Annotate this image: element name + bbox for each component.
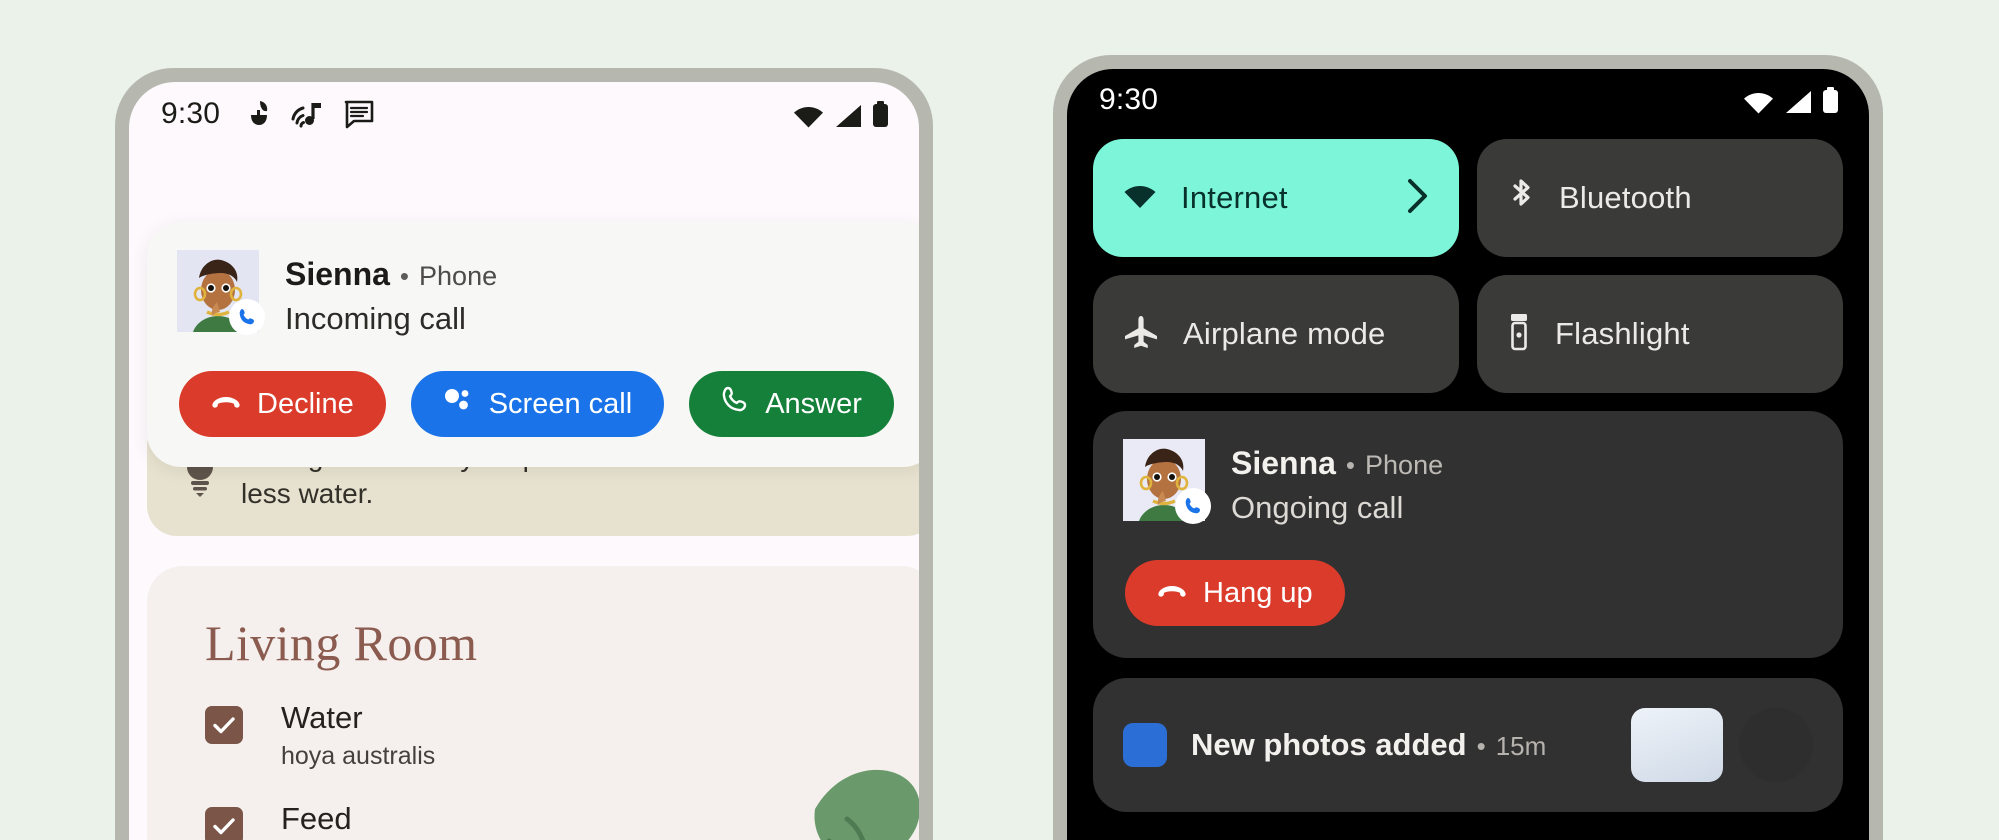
status-bar-right-icons (793, 100, 889, 128)
chevron-right-icon[interactable] (1407, 178, 1429, 219)
notification-header: Sienna • Phone Ongoing call (1123, 439, 1813, 526)
photos-title-row: New photos added • 15m (1191, 727, 1546, 763)
status-bar-left: 9:30 (129, 82, 919, 146)
room-title: Living Room (205, 615, 478, 671)
incoming-call-notification[interactable]: Sienna • Phone Incoming call Decline Scr… (147, 222, 919, 467)
screenshot-stage: 9:30 less water. Living Room Water hoya … (0, 0, 1999, 840)
status-bar-time: 9:30 (1099, 83, 1159, 116)
avatar-wrapper (1123, 439, 1211, 524)
decline-button[interactable]: Decline (179, 371, 386, 437)
tile-airplane-mode-label: Airplane mode (1183, 316, 1386, 351)
plant-illustration (697, 691, 919, 840)
avatar-wrapper (177, 250, 265, 335)
wifi-icon (1743, 90, 1774, 114)
notification-title-row: Sienna • Phone (285, 250, 497, 293)
photos-app-icon (1123, 723, 1167, 767)
photos-title: New photos added (1191, 727, 1467, 762)
tile-internet-label: Internet (1181, 180, 1288, 215)
airplane-icon (1123, 315, 1159, 354)
notification-channel: Phone (419, 261, 498, 291)
screen-call-button[interactable]: Screen call (410, 371, 665, 437)
tile-flashlight[interactable]: Flashlight (1477, 275, 1843, 393)
notification-text-block: Sienna • Phone Ongoing call (1231, 439, 1443, 526)
photos-separator: • (1476, 731, 1486, 761)
quick-settings-panel: Internet Bluetooth Airplane mode Flashli… (1067, 131, 1869, 393)
cast-audio-icon (291, 99, 325, 129)
screen-call-label: Screen call (488, 387, 633, 420)
answer-label: Answer (765, 387, 862, 420)
phone-call-icon (229, 299, 265, 335)
tile-bluetooth[interactable]: Bluetooth (1477, 139, 1843, 257)
status-bar-right-icons (1743, 86, 1839, 114)
photo-thumbnail-round[interactable] (1739, 708, 1813, 782)
phone-right: 9:30 Internet Bluetooth Airplane mode Fl… (1053, 55, 1883, 840)
answer-button[interactable]: Answer (689, 371, 894, 437)
notification-title-row: Sienna • Phone (1231, 439, 1443, 482)
task-checkbox[interactable] (205, 806, 243, 840)
photos-time: 15m (1495, 731, 1547, 761)
phone-call-icon (1175, 488, 1211, 524)
photo-thumbnail[interactable] (1631, 708, 1723, 782)
plant-app-body: During the winter your plants slow down … (129, 146, 919, 840)
status-bar-left-icons (246, 99, 374, 129)
notification-app-name: Sienna (1231, 445, 1336, 481)
task-checkbox[interactable] (205, 706, 243, 744)
call-icon (721, 386, 749, 422)
battery-icon (872, 100, 889, 128)
signal-icon (834, 104, 862, 128)
task-name: Water (281, 700, 363, 735)
tile-flashlight-label: Flashlight (1555, 316, 1690, 351)
task-subtitle: hoya australis (281, 741, 436, 770)
quick-settings-grid: Internet Bluetooth Airplane mode Flashli… (1093, 139, 1843, 393)
task-name: Feed (281, 800, 352, 836)
photos-thumbnails (1631, 708, 1813, 782)
living-room-card: Living Room Water hoya australis Feed (147, 566, 919, 840)
notification-separator: • (399, 261, 410, 291)
ongoing-call-notification[interactable]: Sienna • Phone Ongoing call Hang up (1093, 411, 1843, 658)
notification-separator: • (1345, 450, 1356, 480)
decline-label: Decline (257, 387, 354, 420)
notification-actions: Hang up (1123, 560, 1813, 626)
bluetooth-icon (1507, 177, 1535, 220)
hang-up-label: Hang up (1203, 576, 1313, 609)
wifi-icon (793, 104, 824, 128)
wifi-icon (1123, 183, 1157, 214)
tile-bluetooth-label: Bluetooth (1559, 180, 1692, 215)
phone-left: 9:30 less water. Living Room Water hoya … (115, 68, 933, 840)
notification-body: Ongoing call (1231, 490, 1404, 525)
call-end-icon (1157, 577, 1187, 610)
notification-header: Sienna • Phone Incoming call (177, 250, 907, 337)
plant-icon (246, 99, 272, 129)
status-bar-time: 9:30 (161, 97, 221, 130)
notification-channel: Phone (1365, 450, 1444, 480)
notification-shade: Sienna • Phone Ongoing call Hang up New … (1067, 411, 1869, 812)
tile-airplane-mode[interactable]: Airplane mode (1093, 275, 1459, 393)
notification-app-name: Sienna (285, 256, 390, 292)
notification-actions: Decline Screen call Answer (177, 371, 907, 437)
phone-right-screen: 9:30 Internet Bluetooth Airplane mode Fl… (1067, 69, 1869, 840)
flashlight-icon (1507, 313, 1531, 356)
tile-internet[interactable]: Internet (1093, 139, 1459, 257)
hang-up-button[interactable]: Hang up (1125, 560, 1345, 626)
status-bar-right: 9:30 (1067, 69, 1869, 131)
assistant-icon (443, 387, 473, 421)
notification-text-block: Sienna • Phone Incoming call (285, 250, 497, 337)
phone-left-screen: 9:30 less water. Living Room Water hoya … (129, 82, 919, 840)
message-icon (344, 99, 374, 129)
notification-body: Incoming call (285, 301, 466, 336)
battery-icon (1822, 86, 1839, 114)
photos-notification[interactable]: New photos added • 15m (1093, 678, 1843, 812)
signal-icon (1784, 90, 1812, 114)
call-end-icon (211, 388, 241, 421)
